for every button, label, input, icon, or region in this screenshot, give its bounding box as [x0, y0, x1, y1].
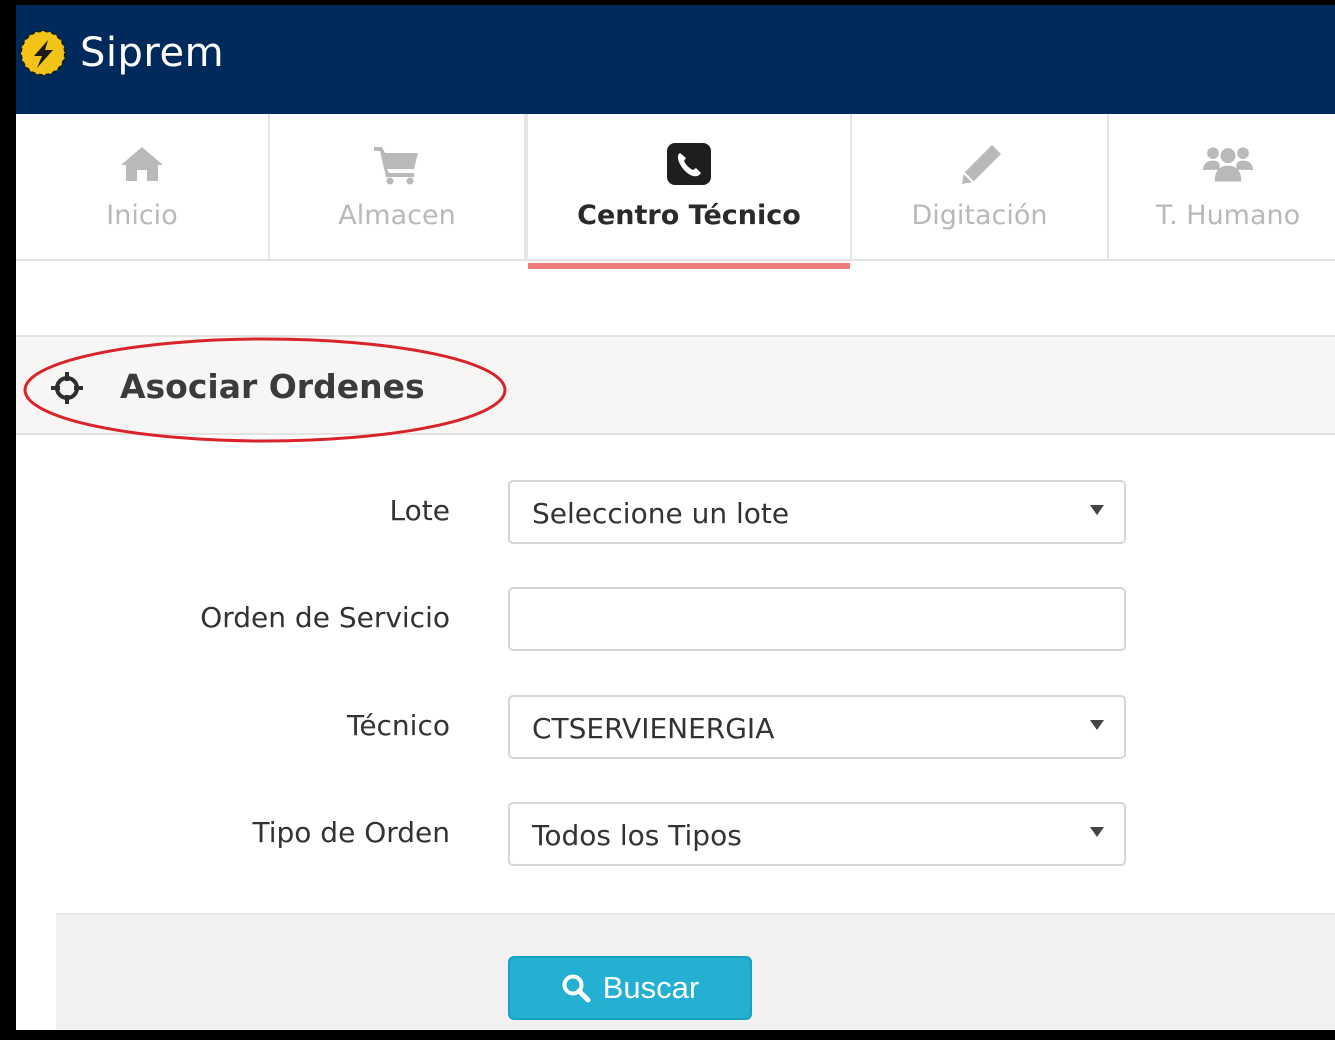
search-icon — [562, 974, 591, 1003]
tipo-orden-select[interactable]: Todos los Tipos — [508, 802, 1126, 866]
tab-label: T. Humano — [1155, 200, 1301, 231]
form-actions: Buscar — [56, 913, 1335, 1030]
home-icon — [117, 142, 167, 186]
caret-down-icon — [1090, 505, 1104, 515]
tipo-orden-selected-value: Todos los Tipos — [532, 819, 742, 852]
tab-label: Inicio — [106, 200, 178, 231]
orden-servicio-input[interactable] — [508, 587, 1126, 651]
crosshairs-icon — [51, 372, 83, 404]
top-header: Siprem — [16, 5, 1335, 114]
orden-servicio-label: Orden de Servicio — [200, 601, 450, 634]
form-row-lote: Lote Seleccione un lote — [16, 480, 1335, 546]
lote-select[interactable]: Seleccione un lote — [508, 480, 1126, 544]
tab-label: Centro Técnico — [577, 200, 801, 231]
screenshot-frame: Siprem Inicio Almacen Centro Técnico Dig… — [0, 0, 1335, 1040]
tab-centro-tecnico[interactable]: Centro Técnico — [526, 114, 852, 269]
tecnico-label: Técnico — [346, 709, 450, 742]
phone-icon — [664, 142, 714, 186]
main-nav: Inicio Almacen Centro Técnico Digitación… — [16, 114, 1335, 269]
section-title: Asociar Ordenes — [120, 367, 425, 406]
form-row-tecnico: Técnico CTSERVIENERGIA — [16, 695, 1335, 761]
search-button-label: Buscar — [602, 970, 700, 1005]
cart-icon — [372, 142, 422, 186]
tecnico-selected-value: CTSERVIENERGIA — [532, 712, 775, 745]
brand[interactable]: Siprem — [18, 27, 224, 79]
caret-down-icon — [1090, 827, 1104, 837]
page: Siprem Inicio Almacen Centro Técnico Dig… — [16, 5, 1335, 1030]
app-title: Siprem — [80, 30, 225, 76]
tab-inicio[interactable]: Inicio — [16, 114, 270, 259]
tab-digitacion[interactable]: Digitación — [852, 114, 1109, 259]
siprem-logo-icon — [20, 30, 66, 76]
tecnico-select[interactable]: CTSERVIENERGIA — [508, 695, 1126, 759]
tab-almacen[interactable]: Almacen — [270, 114, 526, 259]
users-icon — [1203, 142, 1253, 186]
caret-down-icon — [1090, 720, 1104, 730]
form-row-tipo: Tipo de Orden Todos los Tipos — [16, 802, 1335, 868]
tab-t-humano[interactable]: T. Humano — [1109, 114, 1335, 259]
section-header: Asociar Ordenes — [16, 335, 1335, 435]
lote-label: Lote — [389, 494, 450, 527]
tipo-orden-label: Tipo de Orden — [252, 816, 450, 849]
search-button[interactable]: Buscar — [508, 956, 752, 1020]
active-tab-indicator — [528, 263, 850, 269]
form-row-orden: Orden de Servicio — [16, 587, 1335, 653]
tab-label: Almacen — [338, 200, 456, 231]
pencil-icon — [955, 142, 1005, 186]
lote-selected-value: Seleccione un lote — [532, 497, 790, 530]
tab-label: Digitación — [911, 200, 1048, 231]
